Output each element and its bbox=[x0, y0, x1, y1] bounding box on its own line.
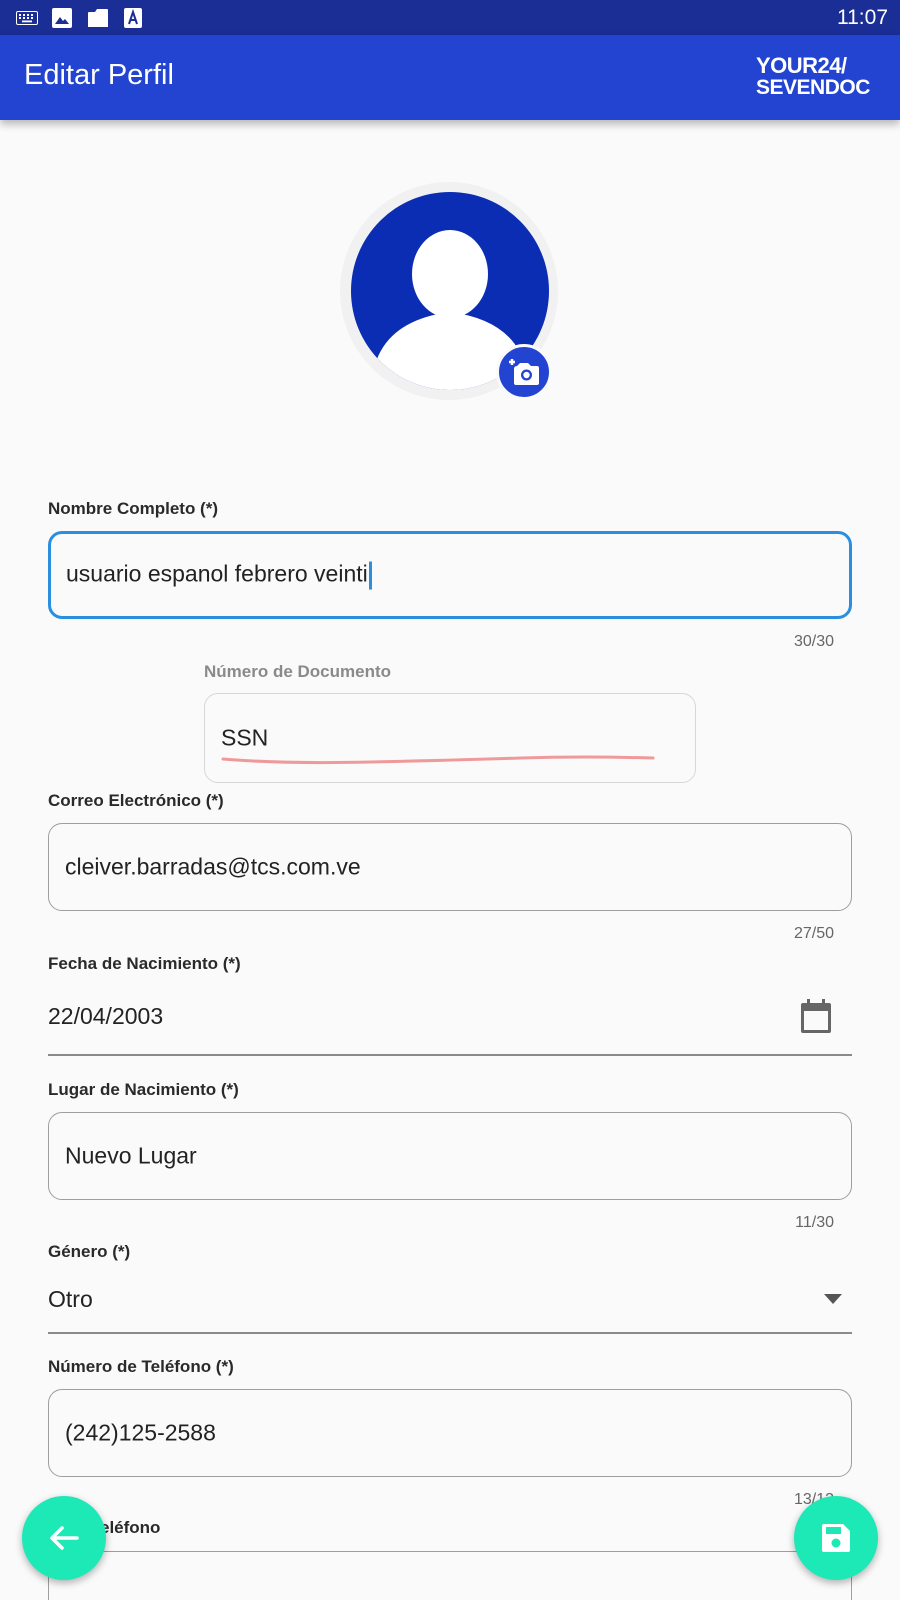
status-bar: 11:07 bbox=[0, 0, 900, 35]
lugar-value: Nuevo Lugar bbox=[65, 1142, 197, 1169]
status-time: 11:07 bbox=[837, 6, 888, 29]
correo-value: cleiver.barradas@tcs.com.ve bbox=[65, 853, 361, 880]
font-a-icon bbox=[124, 8, 142, 28]
documento-value: SSN bbox=[221, 724, 269, 751]
documento-label: Número de Documento bbox=[204, 662, 392, 681]
arrow-back-icon bbox=[50, 1526, 79, 1550]
nombre-value: usuario espanol febrero veinti bbox=[66, 560, 368, 587]
fecha-value: 22/04/2003 bbox=[48, 1003, 164, 1029]
add-photo-camera-icon bbox=[509, 359, 539, 385]
spellcheck-underline bbox=[221, 755, 655, 765]
telefono2-input[interactable] bbox=[48, 1551, 852, 1600]
genero-underline bbox=[48, 1332, 852, 1334]
telefono-value: (242)125-2588 bbox=[65, 1419, 216, 1446]
genero-label: Género (*) bbox=[48, 1242, 131, 1261]
fecha-underline bbox=[48, 1054, 852, 1056]
correo-counter: 27/50 bbox=[793, 925, 834, 942]
save-button[interactable] bbox=[794, 1496, 878, 1580]
nombre-input[interactable]: usuario espanol febrero veinti bbox=[48, 531, 852, 619]
telefono2-label: eléfono bbox=[100, 1518, 161, 1537]
lugar-input[interactable]: Nuevo Lugar bbox=[48, 1112, 852, 1200]
correo-input[interactable]: cleiver.barradas@tcs.com.ve bbox=[48, 823, 852, 911]
logo-line-1: YOUR24/ bbox=[756, 53, 847, 78]
logo-line-2: SEVENDOC bbox=[756, 76, 870, 99]
save-icon bbox=[822, 1524, 850, 1552]
fecha-input[interactable]: 22/04/2003 bbox=[48, 980, 852, 1056]
genero-select[interactable]: Otro bbox=[48, 1270, 852, 1334]
calendar-icon[interactable] bbox=[799, 998, 833, 1034]
nombre-label: Nombre Completo (*) bbox=[48, 499, 218, 518]
image-icon bbox=[52, 8, 72, 28]
telefono-label: Número de Teléfono (*) bbox=[48, 1357, 234, 1376]
genero-value: Otro bbox=[48, 1286, 93, 1312]
avatar-container bbox=[340, 182, 558, 400]
fecha-label: Fecha de Nacimiento (*) bbox=[48, 954, 241, 973]
telefono-input[interactable]: (242)125-2588 bbox=[48, 1389, 852, 1477]
keyboard-icon bbox=[16, 11, 38, 25]
page-title: Editar Perfil bbox=[24, 59, 174, 91]
documento-input[interactable]: SSN bbox=[204, 693, 696, 783]
app-bar: Editar Perfil YOUR24/ SEVENDOC bbox=[0, 35, 900, 120]
correo-label: Correo Electrónico (*) bbox=[48, 791, 224, 810]
back-button[interactable] bbox=[22, 1496, 106, 1580]
dropdown-arrow-icon bbox=[824, 1294, 842, 1304]
sd-card-icon bbox=[88, 9, 108, 27]
app-logo: YOUR24/ SEVENDOC bbox=[756, 55, 876, 103]
add-photo-button[interactable] bbox=[496, 344, 552, 400]
text-cursor bbox=[368, 561, 372, 590]
lugar-counter: 11/30 bbox=[795, 1214, 834, 1231]
nombre-counter: 30/30 bbox=[793, 633, 834, 650]
lugar-label: Lugar de Nacimiento (*) bbox=[48, 1080, 239, 1099]
